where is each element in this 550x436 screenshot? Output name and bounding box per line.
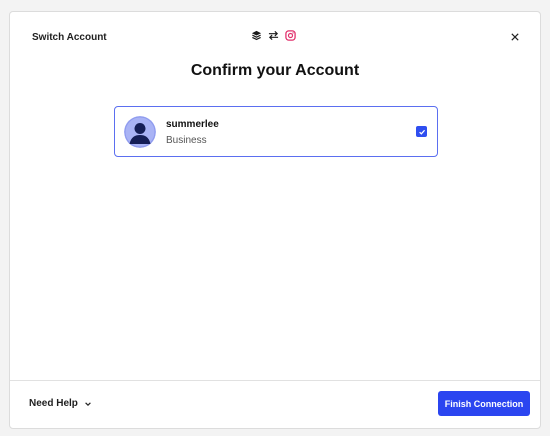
avatar	[124, 116, 156, 148]
need-help-label: Need Help	[29, 398, 78, 409]
account-option-card[interactable]: summerlee Business	[114, 106, 438, 157]
checkmark-icon	[418, 129, 425, 135]
buffer-layers-icon	[251, 30, 262, 41]
account-type: Business	[166, 135, 207, 146]
connection-icons	[251, 30, 296, 41]
modal-footer: Need Help Finish Connection	[10, 380, 540, 428]
account-checkbox[interactable]	[416, 126, 427, 137]
swap-arrows-icon	[268, 30, 279, 41]
modal-title: Switch Account	[32, 32, 107, 43]
finish-connection-button[interactable]: Finish Connection	[438, 391, 530, 416]
instagram-icon	[285, 30, 296, 41]
switch-account-modal: Switch Account Confirm your Account summ…	[9, 11, 541, 429]
page-title: Confirm your Account	[190, 62, 360, 79]
need-help-dropdown[interactable]: Need Help	[29, 398, 92, 409]
close-button[interactable]	[508, 30, 522, 44]
close-icon	[511, 33, 519, 41]
chevron-down-icon	[85, 401, 91, 406]
account-username: summerlee	[166, 119, 219, 130]
